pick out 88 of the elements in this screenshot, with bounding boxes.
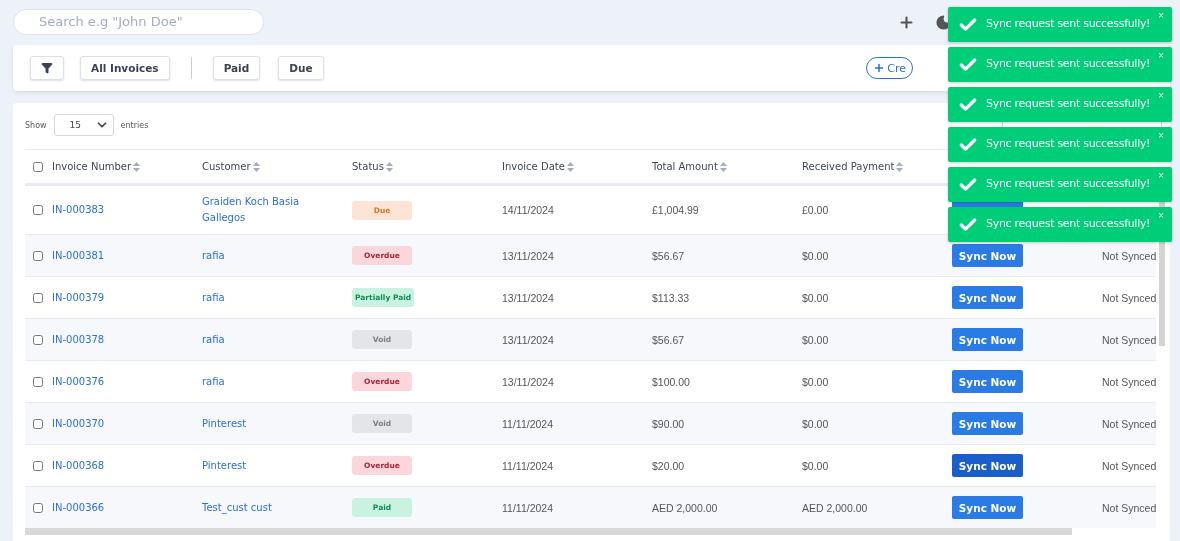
customer-link[interactable]: rafia [200,247,350,264]
row-checkbox[interactable] [33,376,43,387]
filter-tab[interactable]: All Invoices [80,56,170,80]
date-cell-text: 11/11/2024 [501,459,554,472]
filter-tab[interactable]: Paid [212,56,261,80]
scrollbar[interactable] [25,528,1072,535]
row-checkbox[interactable] [33,292,43,303]
payment-cell-text: $0.00 [801,291,830,304]
payment-cell-text: $0.00 [801,417,830,430]
column-header[interactable]: Status [352,161,384,172]
column-header[interactable]: Invoice Date [502,161,565,172]
sync-button[interactable]: Sync Now [952,244,1023,267]
amount-cell-text: AED 2,000.00 [651,501,719,514]
customer-link[interactable]: Graiden Koch Basia Gallegos [200,194,350,226]
date-cell-text: 11/11/2024 [501,417,554,430]
toast-message: Sync request sent successfully! [986,217,1151,230]
invoice-link[interactable]: IN-000376 [50,373,200,390]
search-field[interactable]: Search e.g "John Doe" [13,8,264,35]
select-all-checkbox[interactable] [33,161,43,172]
toast-message: Sync request sent successfully! [986,137,1151,150]
row-checkbox[interactable] [33,460,43,471]
plus-icon [873,62,886,74]
sync-button[interactable]: Sync Now [952,328,1023,351]
entries-label: entries [120,120,149,130]
customer-link[interactable]: Test_cust cust [200,499,350,516]
amount-cell-text: $90.00 [651,417,686,430]
sync-status-cell-text: Not Synced [1101,333,1156,346]
sync-button[interactable]: Sync Now [952,286,1023,309]
sync-status-cell-text: Not Synced [1101,459,1156,472]
date-cell-text: 13/11/2024 [501,375,555,388]
payment-cell-text: $0.00 [801,249,830,262]
payment-cell-text: $0.00 [801,333,830,346]
date-cell-text: 11/11/2024 [501,501,554,514]
date-cell-text: 13/11/2024 [501,291,555,304]
amount-cell-text: $56.67 [651,333,686,346]
column-header[interactable]: Customer [202,161,251,172]
amount-cell-text: £1,004.99 [651,204,700,216]
customer-link[interactable]: Pinterest [200,415,350,432]
column-header[interactable]: Total Amount [652,161,718,172]
add-icon[interactable] [898,14,915,31]
customer-link[interactable]: Pinterest [200,457,350,474]
toast-message: Sync request sent successfully! [986,177,1151,190]
invoice-link[interactable]: IN-000368 [50,457,200,474]
customer-link[interactable]: rafia [200,373,350,390]
amount-cell-text: $100.00 [651,375,691,388]
filter-tab[interactable]: Due [278,56,324,80]
payment-cell-text: $0.00 [801,459,830,472]
create-button[interactable]: Cre [866,57,913,79]
customer-link[interactable]: rafia [200,331,350,348]
date-cell-text: 13/11/2024 [501,249,555,262]
row-checkbox[interactable] [33,250,43,261]
payment-cell-text: £0.00 [801,204,830,216]
row-checkbox[interactable] [33,205,43,215]
toast-message: Sync request sent successfully! [986,97,1151,110]
amount-cell-text: $56.67 [651,249,686,262]
show-label: Show [25,120,47,130]
column-header[interactable]: Invoice Number [52,161,132,172]
invoice-link[interactable]: IN-000370 [50,415,200,432]
invoice-link[interactable]: IN-000381 [50,247,200,264]
amount-cell-text: $20.00 [651,459,686,472]
toast-message: Sync request sent successfully! [986,17,1151,30]
row-checkbox[interactable] [33,418,43,429]
date-cell-text: 14/11/2024 [501,204,555,216]
invoice-link[interactable]: IN-000383 [50,202,200,218]
sync-status-cell-text: Not Synced [1101,249,1156,262]
payment-cell-text: AED 2,000.00 [801,501,869,514]
filter-button[interactable] [30,56,64,80]
payment-cell-text: $0.00 [801,375,830,388]
customer-link[interactable]: rafia [200,289,350,306]
column-header[interactable]: Received Payment [802,161,895,172]
row-checkbox[interactable] [33,502,43,513]
invoice-link[interactable]: IN-000379 [50,289,200,306]
sync-button[interactable]: Sync Now [952,496,1023,519]
page-size-select[interactable]: 15 [53,114,114,136]
sync-button[interactable]: Sync Now [952,412,1023,435]
toast-message: Sync request sent successfully! [986,57,1151,70]
amount-cell-text: $113.33 [651,291,691,304]
sync-status-cell-text: Not Synced [1101,501,1156,514]
sync-status-cell-text: Not Synced [1101,417,1156,430]
sync-button[interactable]: Sync Now [952,454,1023,477]
invoice-link[interactable]: IN-000366 [50,499,200,516]
sync-status-cell-text: Not Synced [1101,375,1156,388]
sync-status-cell-text: Not Synced [1101,291,1156,304]
row-checkbox[interactable] [33,334,43,345]
date-cell-text: 13/11/2024 [501,333,555,346]
filter-icon [41,62,53,74]
invoice-link[interactable]: IN-000378 [50,331,200,348]
sync-button[interactable]: Sync Now [952,370,1023,393]
